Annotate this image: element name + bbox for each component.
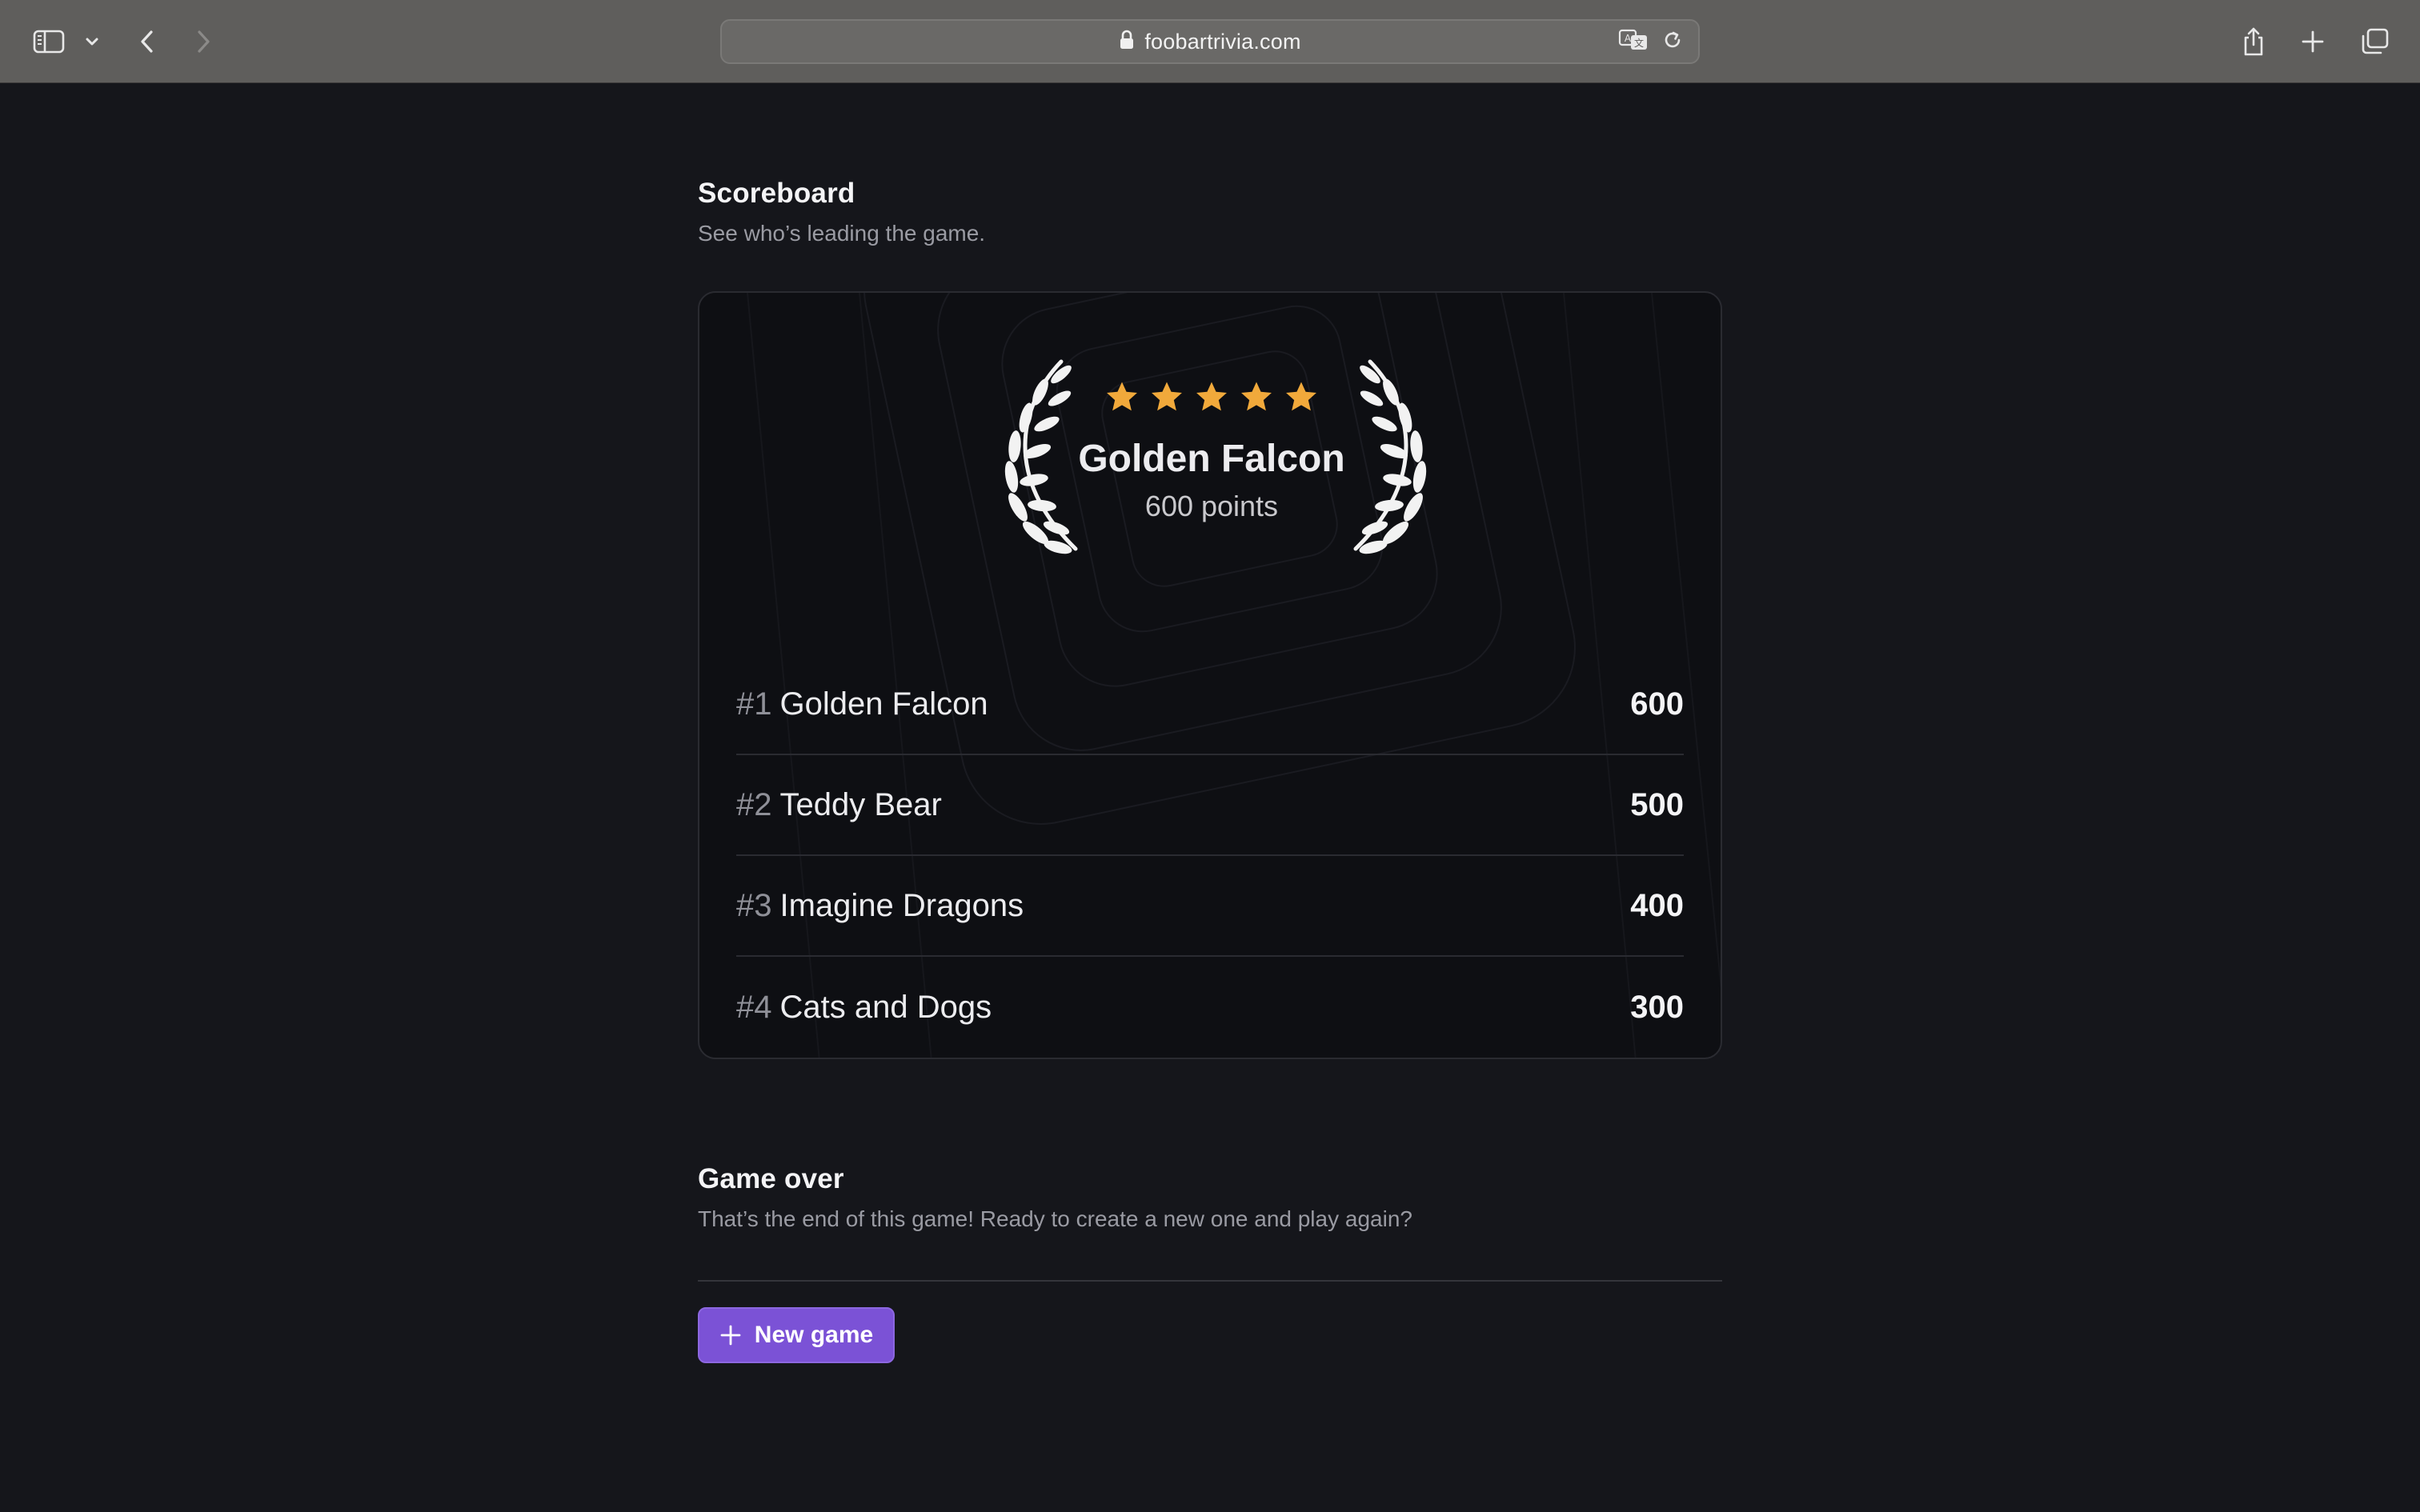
rank-label: #1 xyxy=(736,686,772,722)
team-name: Imagine Dragons xyxy=(779,887,1024,923)
browser-toolbar: foobartrivia.com A 文 xyxy=(0,0,2420,83)
chevron-left-icon[interactable] xyxy=(133,21,162,62)
team-score: 500 xyxy=(1630,786,1684,822)
scoreboard-subtitle: See who’s leading the game. xyxy=(698,221,986,246)
star-icon xyxy=(1107,382,1137,411)
star-icon xyxy=(1286,382,1316,411)
star-icon xyxy=(1241,382,1272,411)
divider xyxy=(698,1280,1722,1282)
star-icon xyxy=(1196,382,1227,411)
lock-icon xyxy=(1119,30,1135,54)
team-score: 400 xyxy=(1630,887,1684,923)
leaderboard-list: #1 Golden Falcon 600 #2 Teddy Bear 500 #3 I… xyxy=(736,654,1684,1058)
new-game-label: New game xyxy=(754,1322,874,1348)
translate-icon[interactable]: A 文 xyxy=(1618,28,1650,56)
leaderboard-row: #3 Imagine Dragons 400 xyxy=(736,856,1684,957)
team-score: 600 xyxy=(1630,686,1684,722)
leaderboard-row: #2 Teddy Bear 500 xyxy=(736,755,1684,856)
scoreboard-header: Scoreboard See who’s leading the game. xyxy=(698,178,985,246)
team-name: Golden Falcon xyxy=(779,686,988,722)
rank-label: #3 xyxy=(736,887,772,923)
game-over-subtitle: That’s the end of this game! Ready to cr… xyxy=(698,1206,1412,1231)
star-icon xyxy=(1152,382,1182,411)
leaderboard-row: #1 Golden Falcon 600 xyxy=(736,654,1684,755)
game-over-section: Game over That’s the end of this game! R… xyxy=(698,1163,1722,1232)
team-name: Teddy Bear xyxy=(779,786,942,822)
scoreboard-title: Scoreboard xyxy=(698,178,855,209)
share-icon[interactable] xyxy=(2238,21,2270,62)
chevron-right-icon[interactable] xyxy=(189,21,218,62)
address-bar[interactable]: foobartrivia.com A 文 xyxy=(720,19,1700,64)
svg-text:文: 文 xyxy=(1634,37,1644,49)
url-text: foobartrivia.com xyxy=(1144,29,1301,54)
plus-icon xyxy=(720,1325,741,1346)
svg-text:A: A xyxy=(1625,33,1632,44)
winner-stars xyxy=(699,379,1721,416)
winner-hero: Golden Falcon 600 points xyxy=(699,293,1721,581)
new-game-button[interactable]: New game xyxy=(698,1307,895,1363)
scoreboard-card: Golden Falcon 600 points #1 Golden Falcon… xyxy=(698,291,1722,1059)
winner-name: Golden Falcon xyxy=(1078,438,1345,480)
team-name: Cats and Dogs xyxy=(779,989,992,1025)
reload-icon[interactable] xyxy=(1661,29,1684,55)
plus-icon[interactable] xyxy=(2297,21,2329,62)
sidebar-icon[interactable] xyxy=(29,21,69,62)
rank-label: #4 xyxy=(736,989,772,1025)
chevron-down-icon[interactable] xyxy=(80,21,104,62)
team-score: 300 xyxy=(1630,989,1684,1025)
winner-points: 600 points xyxy=(1144,490,1279,522)
game-over-title: Game over xyxy=(698,1163,844,1194)
leaderboard-row: #4 Cats and Dogs 300 xyxy=(736,957,1684,1058)
rank-label: #2 xyxy=(736,786,772,822)
tabs-icon[interactable] xyxy=(2358,21,2393,62)
